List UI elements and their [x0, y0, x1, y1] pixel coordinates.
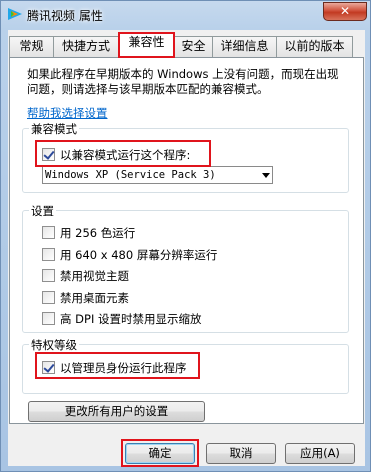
setting-disable-themes-label: 禁用视觉主题: [60, 269, 129, 283]
setting-disable-desktop[interactable]: 禁用桌面元素: [42, 290, 242, 306]
privilege-title: 特权等级: [29, 337, 79, 353]
properties-window: 腾讯视频 属性 ✕ 常规 快捷方式 兼容性 安全 详细信息 以前的版本 如果此程…: [0, 0, 371, 472]
os-version-value: Windows XP (Service Pack 3): [45, 169, 216, 181]
title-bar[interactable]: 腾讯视频 属性 ✕: [1, 1, 371, 29]
chevron-down-icon: [262, 173, 270, 178]
setting-256-color-label: 用 256 色运行: [60, 226, 136, 240]
app-icon: [8, 8, 22, 20]
run-as-admin-checkbox[interactable]: [42, 361, 55, 374]
setting-disable-themes[interactable]: 禁用视觉主题: [42, 268, 242, 284]
setting-disable-desktop-checkbox[interactable]: [42, 291, 55, 304]
tab-details[interactable]: 详细信息: [212, 36, 277, 57]
setting-640x480-checkbox[interactable]: [42, 248, 55, 261]
compat-mode-label: 以兼容模式运行这个程序:: [60, 148, 191, 162]
ok-button[interactable]: 确定: [125, 443, 195, 464]
tab-security[interactable]: 安全: [174, 36, 213, 57]
settings-title: 设置: [29, 203, 56, 219]
tab-strip: 常规 快捷方式 兼容性 安全 详细信息 以前的版本: [8, 30, 365, 58]
setting-640x480-label: 用 640 x 480 屏幕分辨率运行: [60, 248, 218, 262]
setting-disable-desktop-label: 禁用桌面元素: [60, 291, 129, 305]
tab-general[interactable]: 常规: [9, 36, 54, 57]
setting-256-color-checkbox[interactable]: [42, 226, 55, 239]
run-as-admin-label: 以管理员身份运行此程序: [60, 361, 187, 375]
setting-256-color[interactable]: 用 256 色运行: [42, 225, 242, 241]
compat-mode-checkbox[interactable]: [42, 148, 55, 161]
setting-high-dpi-checkbox[interactable]: [42, 312, 55, 325]
close-button[interactable]: ✕: [323, 2, 367, 21]
setting-high-dpi-label: 高 DPI 设置时禁用显示缩放: [60, 312, 202, 326]
compat-mode-title: 兼容模式: [29, 121, 79, 137]
tab-compatibility[interactable]: 兼容性: [118, 32, 175, 58]
run-as-admin-row[interactable]: 以管理员身份运行此程序: [42, 360, 212, 376]
compat-description: 如果此程序在早期版本的 Windows 上没有问题，而现在出现问题，则请选择与该…: [27, 67, 339, 96]
setting-disable-themes-checkbox[interactable]: [42, 269, 55, 282]
apply-button[interactable]: 应用(A): [285, 443, 355, 464]
tab-previous-versions[interactable]: 以前的版本: [276, 36, 353, 57]
change-all-users-button[interactable]: 更改所有用户的设置: [28, 401, 205, 422]
cancel-button[interactable]: 取消: [206, 443, 276, 464]
help-choose-settings-link[interactable]: 帮助我选择设置: [27, 105, 108, 121]
dialog-body: 常规 快捷方式 兼容性 安全 详细信息 以前的版本 如果此程序在早期版本的 Wi…: [8, 30, 365, 467]
window-title: 腾讯视频 属性: [27, 9, 103, 23]
tab-shortcut[interactable]: 快捷方式: [53, 36, 119, 57]
os-version-dropdown[interactable]: Windows XP (Service Pack 3): [42, 166, 273, 184]
setting-640x480[interactable]: 用 640 x 480 屏幕分辨率运行: [42, 247, 302, 263]
compat-mode-checkbox-row[interactable]: 以兼容模式运行这个程序:: [42, 147, 212, 163]
setting-high-dpi[interactable]: 高 DPI 设置时禁用显示缩放: [42, 311, 302, 327]
